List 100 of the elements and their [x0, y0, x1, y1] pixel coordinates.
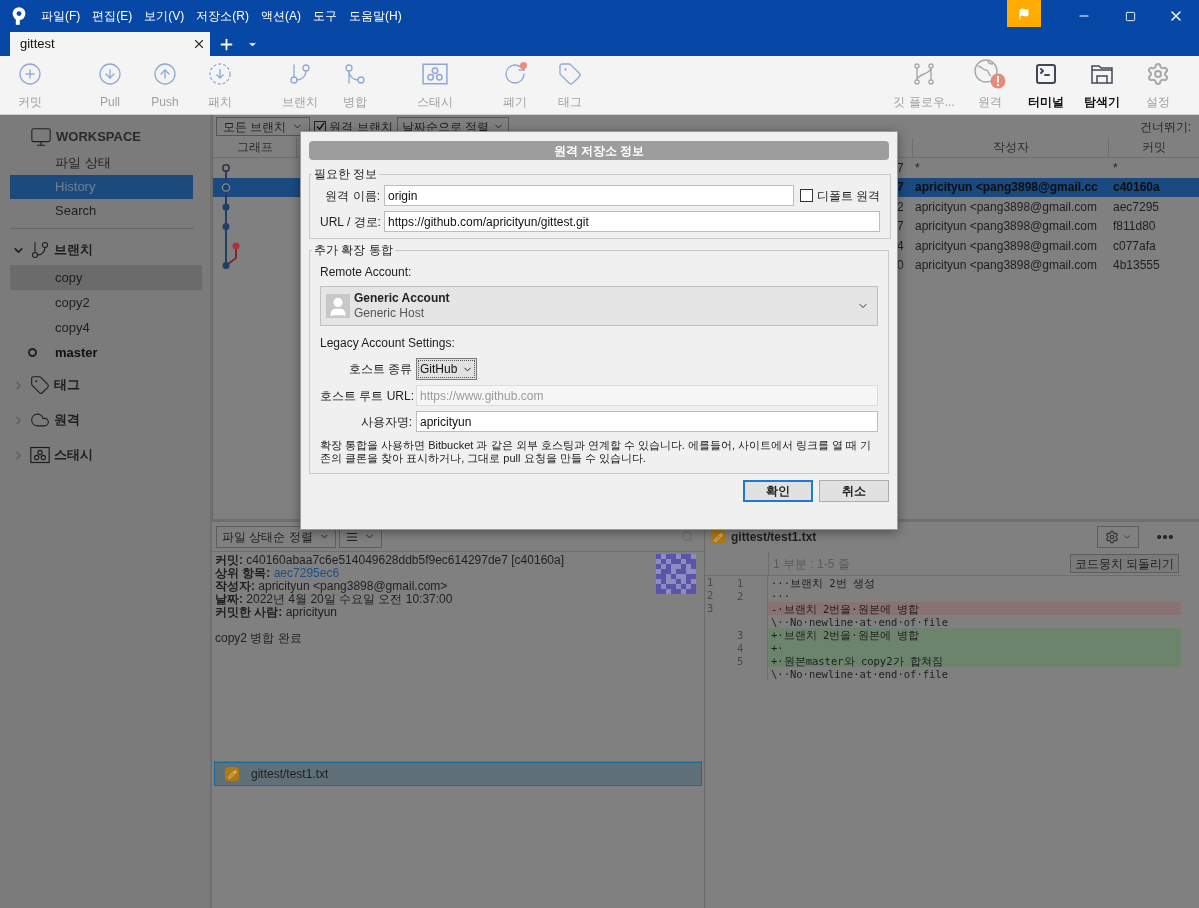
commit-message: copy2 병합 완료	[215, 632, 303, 645]
commit-detail-line: 작성자: apricityun <pang3898@gmail.com>	[215, 580, 449, 593]
pencil-icon	[225, 767, 239, 781]
menu-item[interactable]: 저장소(R)	[196, 7, 249, 25]
commit-detail-line: 날짜: 2022년 4월 20일 수요일 오전 10:37:00	[215, 593, 454, 606]
author-cell-text: apricityun <pang3898@gmail.com	[914, 237, 1098, 255]
diff-line: ···브랜치 2번 생성	[770, 576, 876, 589]
menu-item[interactable]: 액션(A)	[261, 7, 301, 25]
account-dropdown[interactable]: Generic Account Generic Host	[320, 286, 878, 326]
field-label: 호스트 종류	[347, 361, 412, 378]
section-title: WORKSPACE	[56, 128, 141, 147]
commit-detail-line: 상위 항목: aec7295ec6	[215, 567, 341, 580]
branch-icon	[288, 62, 312, 86]
dialog-button[interactable]: 취소	[819, 480, 889, 502]
default-remote-checkbox[interactable]: 디폴트 원격	[800, 186, 881, 205]
menu-item[interactable]: 도움말(H)	[349, 7, 402, 25]
branch-item[interactable]: copy2	[10, 290, 202, 315]
commit-cell-text: *	[1112, 159, 1118, 177]
column-header[interactable]: 그래프	[213, 138, 297, 157]
field-label: Remote Account:	[320, 264, 413, 281]
field-label: Legacy Account Settings:	[320, 335, 456, 352]
plus-circle-icon	[18, 62, 42, 86]
arrow-down-icon	[98, 62, 122, 86]
avatar-icon	[656, 554, 696, 594]
branch-item[interactable]: master	[10, 340, 202, 365]
folder-icon	[1090, 62, 1114, 86]
branch-filter-dropdown[interactable]: 모든 브랜치	[216, 117, 311, 136]
dialog-button[interactable]: 확인	[743, 480, 813, 502]
sidebar-item[interactable]: Search	[10, 199, 193, 223]
branch-item[interactable]: copy	[10, 265, 202, 290]
field-label: 호스트 루트 URL:	[320, 387, 412, 405]
sidebar-item[interactable]: 파일 상태	[10, 151, 193, 175]
column-header[interactable]: 작성자	[913, 138, 1109, 157]
dialog-title: 원격 저장소 정보	[309, 141, 889, 160]
flag-icon	[1018, 7, 1030, 20]
commit-detail-line: 커밋: c40160abaa7c6e514049628ddb5f9ec614297de7 [c40160a]	[215, 554, 565, 567]
date-cell-text: 2	[897, 198, 905, 216]
tag-icon	[558, 62, 582, 86]
settings-icon	[1146, 62, 1170, 86]
terminal-icon	[1034, 62, 1058, 86]
git-flow-icon	[912, 62, 936, 86]
repo-tab[interactable]: gittest	[10, 32, 210, 56]
field-label: 원격 이름:	[324, 187, 380, 205]
menu-item[interactable]: 파일(F)	[41, 7, 81, 25]
diff-line: ···	[770, 589, 791, 602]
commit-detail-line: 커밋한 사람: apricityun	[215, 606, 339, 619]
new-tab-icon[interactable]	[218, 36, 235, 53]
section-title[interactable]: 원격	[54, 410, 80, 430]
account-host: Generic Host	[354, 306, 426, 321]
branch-item[interactable]: copy4	[10, 315, 202, 340]
settings-dropdown[interactable]	[1097, 526, 1139, 548]
group-legend: 추가 확장 통합	[312, 241, 395, 259]
revert-hunk-button[interactable]: 코드뭉치 되돌리기	[1069, 554, 1179, 573]
stash-icon	[422, 63, 448, 85]
sidebar-item[interactable]: History	[10, 175, 193, 199]
section-title[interactable]: 브랜치	[54, 240, 93, 260]
host-type-dropdown[interactable]: GitHub	[416, 358, 478, 380]
branch-icon	[30, 240, 50, 260]
gear-icon	[1104, 530, 1119, 544]
arrow-up-icon	[153, 62, 177, 86]
current-branch-icon	[28, 348, 37, 357]
commit-cell-text: f811d80	[1112, 218, 1156, 236]
date-cell-text: 7	[897, 218, 905, 236]
menu-item[interactable]: 보기(V)	[144, 7, 185, 25]
toolbar-button[interactable]: 탐색기	[1075, 58, 1129, 112]
column-header[interactable]: 커밋	[1109, 138, 1199, 157]
monitor-icon	[30, 126, 52, 148]
stash-icon	[30, 446, 50, 464]
maximize-icon[interactable]	[1124, 10, 1136, 22]
author-cell-text: apricityun <pang3898@gmail.com	[914, 257, 1098, 275]
toolbar-button[interactable]: 터미널	[1019, 58, 1073, 112]
section-title[interactable]: 스태시	[54, 445, 93, 465]
close-icon[interactable]	[192, 37, 206, 51]
commit-cell-text: 4b13555	[1112, 257, 1160, 275]
diff-file-name: gittest/test1.txt	[731, 529, 817, 546]
field-label: 사용자명:	[359, 413, 412, 431]
text-field[interactable]: apricityun	[416, 411, 878, 432]
tag-icon	[30, 375, 50, 395]
commit-cell-text: aec7295	[1112, 198, 1160, 216]
text-field[interactable]: origin	[384, 185, 794, 206]
file-list-item[interactable]: gittest/test1.txt	[214, 762, 702, 786]
app-logo	[11, 6, 27, 26]
pencil-icon	[711, 530, 725, 544]
section-title[interactable]: 태그	[54, 375, 80, 395]
list-icon	[345, 530, 358, 543]
text-field[interactable]: https://github.com/apricityun/gittest.git	[384, 211, 881, 232]
discard-icon	[503, 62, 527, 86]
author-cell-text: apricityun <pang3898@gmail.com	[914, 218, 1098, 236]
date-cell-text: 0	[897, 257, 905, 275]
field-label: URL / 경로:	[320, 213, 380, 231]
globe-alert-icon	[974, 59, 1006, 89]
avatar-icon	[326, 294, 350, 318]
menu-item[interactable]: 도구	[313, 7, 337, 25]
diff-line: \··No·newline·at·end·of·file	[770, 615, 949, 628]
menu-item[interactable]: 편집(E)	[92, 7, 133, 25]
chevron-down-icon	[1121, 532, 1132, 542]
merge-icon	[343, 62, 367, 86]
commit-cell-text: c40160a	[1112, 179, 1160, 197]
date-cell-text: 7	[897, 179, 905, 197]
author-cell-text: apricityun <pang3898@gmail.cc	[914, 179, 1099, 197]
